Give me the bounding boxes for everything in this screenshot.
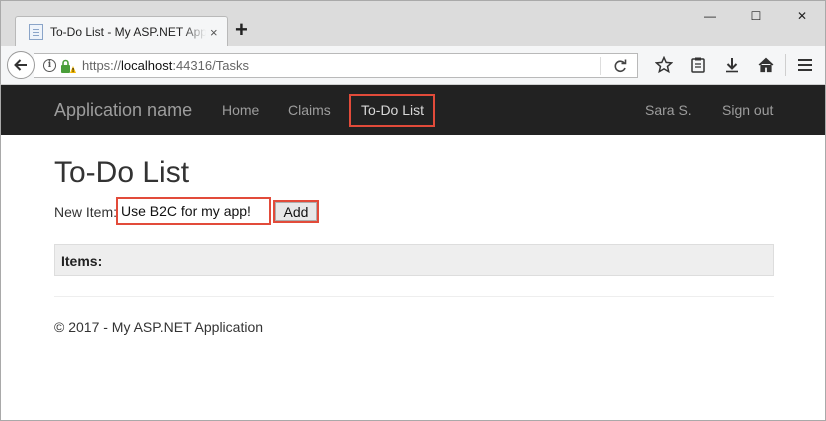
page-title: To-Do List	[54, 156, 190, 189]
minimize-button[interactable]: —	[687, 1, 733, 31]
clipboard-icon	[691, 57, 705, 73]
add-button[interactable]: Add	[273, 200, 319, 223]
tab-close-icon[interactable]: ×	[210, 25, 218, 40]
divider	[54, 296, 774, 297]
download-icon[interactable]	[715, 54, 749, 76]
arrow-left-icon	[14, 59, 27, 71]
toolbar-icons	[647, 54, 822, 76]
address-bar[interactable]: i https://localhost:44316/Tasks	[34, 53, 638, 78]
url-host: localhost	[121, 58, 173, 73]
site-navbar: Application name Home Claims To-Do List …	[0, 85, 826, 135]
url-path: :44316/Tasks	[172, 58, 249, 73]
items-header: Items:	[61, 253, 103, 269]
url-separator	[600, 57, 601, 75]
url-text: https://localhost:44316/Tasks	[82, 58, 249, 73]
hamburger-icon	[798, 59, 812, 71]
url-scheme: https://	[82, 58, 122, 73]
maximize-button[interactable]: ☐	[733, 1, 779, 31]
new-item-label: New Item:	[54, 204, 118, 220]
close-window-button[interactable]: ✕	[779, 1, 825, 31]
nav-user-link[interactable]: Sara S.	[645, 102, 692, 118]
nav-todo-link[interactable]: To-Do List	[361, 102, 424, 118]
toolbar-separator	[785, 54, 786, 76]
brand-link[interactable]: Application name	[54, 100, 192, 121]
bookmark-star-icon[interactable]	[647, 54, 681, 76]
back-button[interactable]	[7, 51, 35, 79]
info-icon[interactable]: i	[43, 59, 56, 72]
page-content: To-Do List New Item: Add Items: © 2017 -…	[0, 135, 826, 421]
nav-claims-link[interactable]: Claims	[288, 102, 331, 118]
items-panel: Items:	[54, 244, 774, 276]
new-item-input[interactable]	[116, 197, 271, 225]
nav-home-link[interactable]: Home	[222, 102, 259, 118]
browser-toolbar: i https://localhost:44316/Tasks	[0, 46, 826, 85]
star-icon	[655, 56, 673, 74]
lock-warning-icon[interactable]	[60, 58, 76, 74]
footer-text: © 2017 - My ASP.NET Application	[54, 319, 264, 335]
menu-icon[interactable]	[788, 54, 822, 76]
tab-title: To-Do List - My ASP.NET Application	[50, 25, 206, 39]
reading-list-icon[interactable]	[681, 54, 715, 76]
home-icon[interactable]	[749, 54, 783, 76]
page-icon	[29, 24, 43, 40]
new-tab-button[interactable]: +	[235, 19, 248, 41]
arrow-down-icon	[726, 58, 738, 73]
house-icon	[758, 57, 774, 73]
nav-signout-link[interactable]: Sign out	[722, 102, 773, 118]
browser-titlebar: To-Do List - My ASP.NET Application × + …	[0, 0, 826, 47]
window-controls: — ☐ ✕	[687, 1, 825, 31]
reload-icon[interactable]	[612, 58, 628, 74]
browser-tab[interactable]: To-Do List - My ASP.NET Application ×	[15, 16, 228, 47]
